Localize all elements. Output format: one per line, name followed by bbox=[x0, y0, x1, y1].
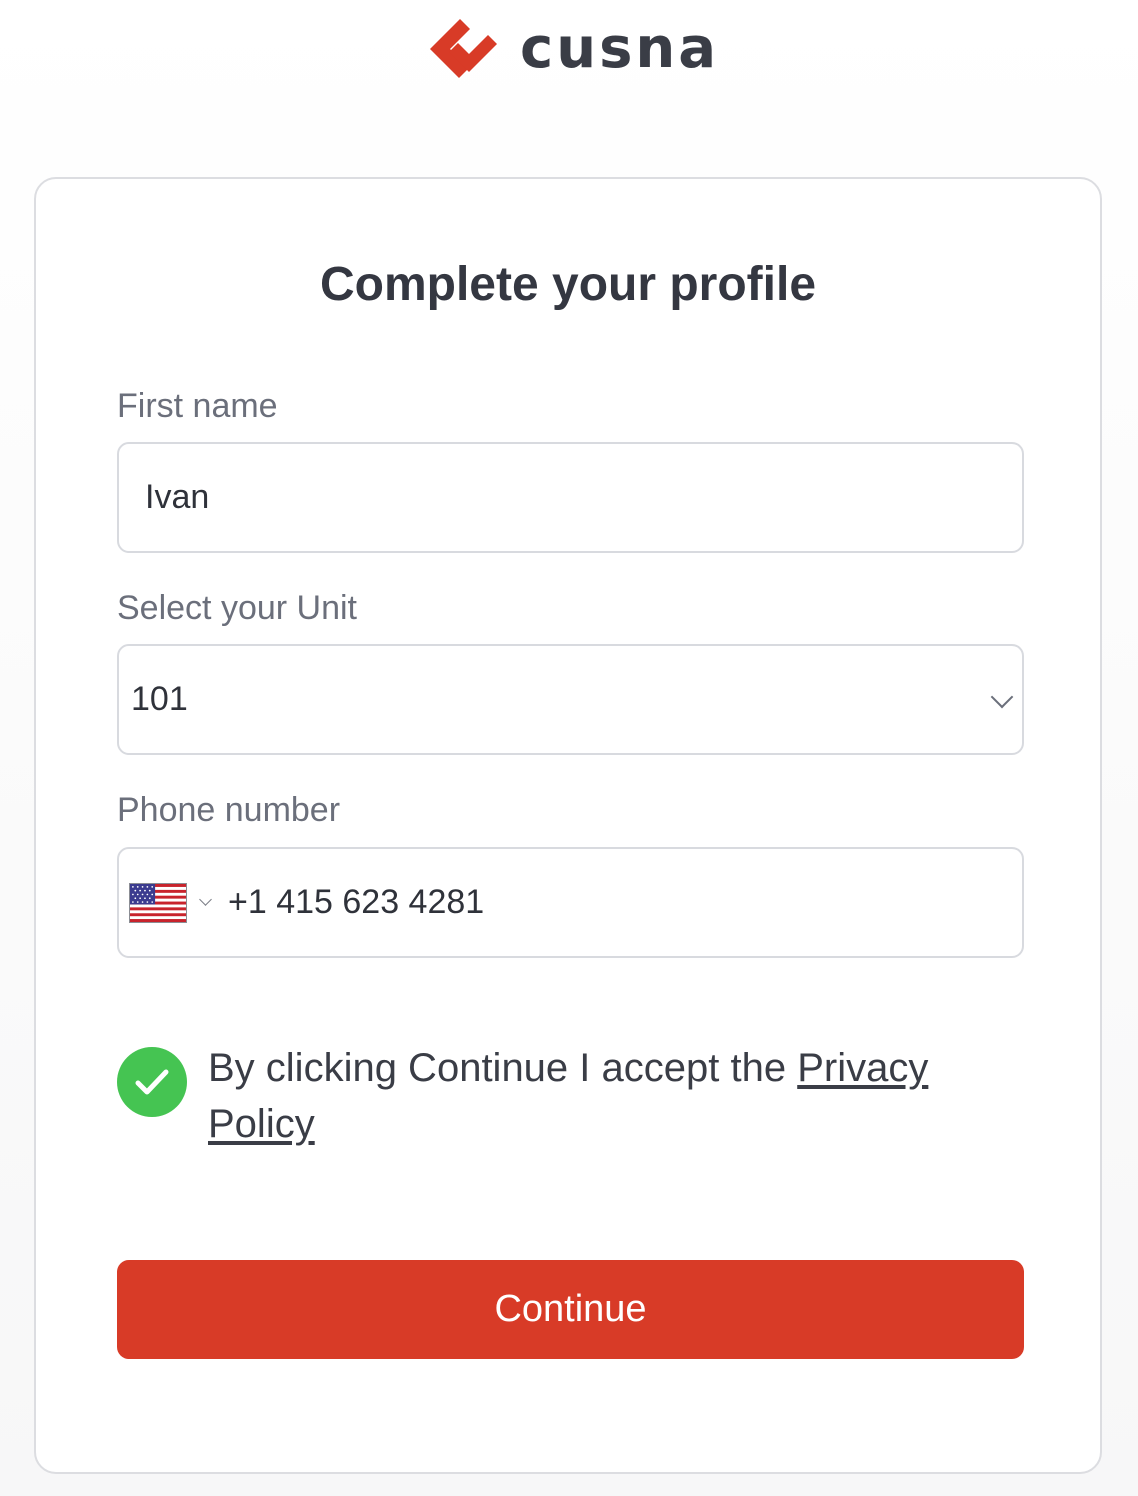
unit-value: 101 bbox=[131, 680, 188, 718]
phone-value: +1 415 623 4281 bbox=[228, 883, 485, 921]
checkmark-icon bbox=[135, 1069, 169, 1095]
first-name-field[interactable]: Ivan bbox=[117, 442, 1024, 553]
page-title: Complete your profile bbox=[319, 258, 817, 311]
unit-select[interactable]: 101 bbox=[117, 644, 1024, 755]
first-name-value: Ivan bbox=[145, 478, 210, 516]
chevron-down-icon bbox=[990, 685, 1014, 708]
consent-text: By clicking Continue I accept the bbox=[208, 1046, 787, 1090]
phone-field[interactable]: +1 415 623 4281 bbox=[117, 847, 1024, 958]
consent-checkbox[interactable] bbox=[117, 1047, 187, 1117]
consent-text-block: By clicking Continue I accept the Privac… bbox=[208, 1040, 1017, 1152]
brand-logo: cusna bbox=[430, 14, 719, 90]
profile-card: Complete your profile First name Ivan Se… bbox=[34, 177, 1102, 1474]
cusna-logo-icon bbox=[430, 19, 497, 78]
unit-label: Select your Unit bbox=[117, 589, 357, 627]
brand-name: cusna bbox=[520, 16, 720, 81]
country-chevron-down-icon[interactable] bbox=[199, 893, 212, 906]
continue-button[interactable]: Continue bbox=[117, 1260, 1024, 1359]
first-name-label: First name bbox=[117, 387, 278, 425]
us-flag-icon[interactable] bbox=[129, 882, 187, 923]
privacy-consent: By clicking Continue I accept the Privac… bbox=[117, 1046, 1017, 1152]
phone-label: Phone number bbox=[117, 791, 341, 829]
